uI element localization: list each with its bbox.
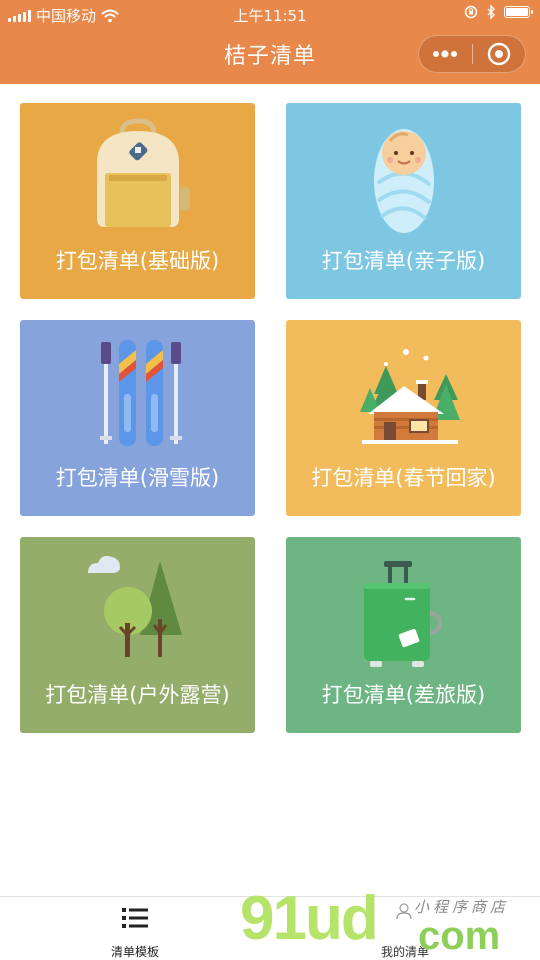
- list-icon: [122, 908, 148, 928]
- tab-label: 清单模板: [110, 945, 159, 959]
- card-label: 打包清单(基础版): [55, 249, 220, 273]
- battery-icon: [504, 6, 533, 18]
- swaddled-baby-icon: [374, 129, 434, 233]
- bluetooth-icon: [487, 5, 495, 19]
- more-dots-icon: [433, 50, 458, 58]
- tab-my-lists[interactable]: 我的清单: [270, 897, 540, 960]
- skis-and-poles-icon: [100, 340, 182, 446]
- status-right: [464, 5, 533, 19]
- tab-bar: 清单模板 我的清单: [0, 896, 540, 960]
- tab-label: 我的清单: [380, 945, 429, 959]
- card-label: 打包清单(亲子版): [321, 249, 486, 273]
- card-basic[interactable]: 打包清单(基础版): [20, 103, 255, 299]
- card-family[interactable]: 打包清单(亲子版): [286, 103, 521, 299]
- card-ski[interactable]: 打包清单(滑雪版): [20, 320, 255, 516]
- card-spring-festival[interactable]: 打包清单(春节回家): [286, 320, 521, 516]
- tab-templates[interactable]: 清单模板: [0, 897, 270, 960]
- nav-bar: 桔子清单: [0, 28, 540, 84]
- card-label: 打包清单(滑雪版): [55, 466, 220, 490]
- status-time: 上午11:51: [233, 7, 307, 25]
- backpack-icon: [97, 118, 190, 227]
- suitcase-icon: [364, 561, 443, 667]
- status-bar: 中国移动 上午11:51: [0, 0, 540, 28]
- card-business-trip[interactable]: 打包清单(差旅版): [286, 537, 521, 733]
- close-button[interactable]: [473, 36, 526, 72]
- card-label: 打包清单(户外露营): [45, 683, 230, 707]
- card-camping[interactable]: 打包清单(户外露营): [20, 537, 255, 733]
- orientation-lock-icon: [464, 5, 478, 19]
- card-label: 打包清单(春节回家): [311, 466, 496, 490]
- trees-and-cloud-icon: [88, 555, 182, 657]
- card-label: 打包清单(差旅版): [321, 683, 486, 707]
- target-circle-icon: [487, 42, 510, 66]
- more-button[interactable]: [419, 36, 472, 72]
- snowy-cabin-icon: [360, 349, 460, 444]
- mini-program-capsule: [418, 35, 526, 73]
